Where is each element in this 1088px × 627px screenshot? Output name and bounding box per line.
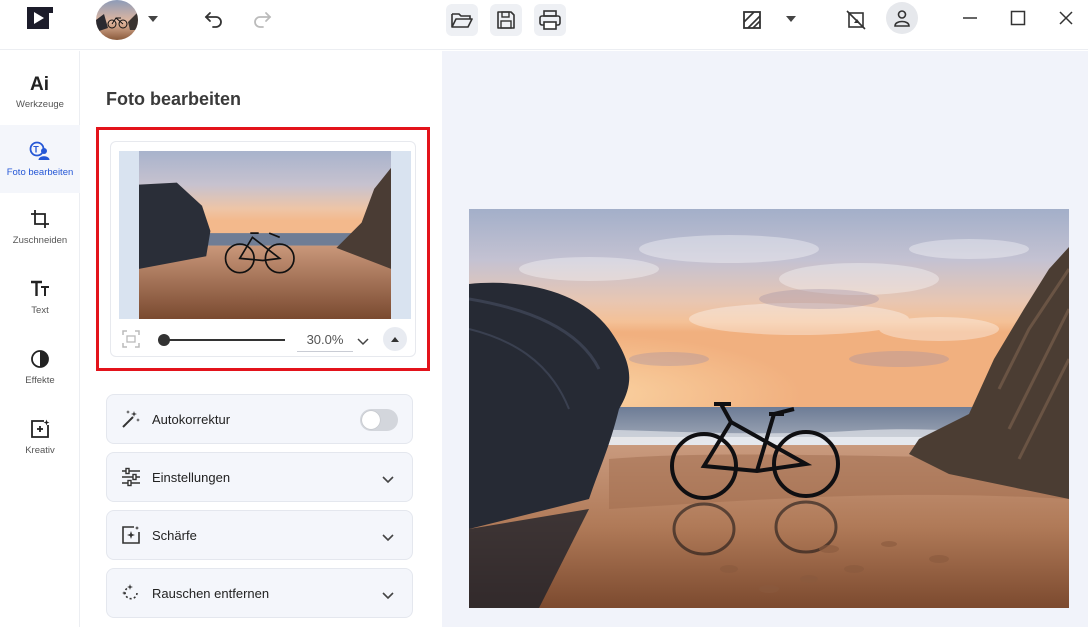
sliders-icon <box>121 467 143 489</box>
redo-icon[interactable] <box>248 6 276 32</box>
nav-item-foto-bearbeiten[interactable]: T Foto bearbeiten <box>0 125 80 193</box>
section-autokorrektur[interactable]: Autokorrektur <box>106 394 413 444</box>
nav-item-zuschneiden[interactable]: Zuschneiden <box>0 193 80 261</box>
close-icon <box>1059 11 1073 25</box>
nav-label: Effekte <box>25 375 55 386</box>
chevron-down-icon <box>382 529 396 543</box>
maximize-icon <box>1010 10 1026 26</box>
section-schaerfe[interactable]: Schärfe <box>106 510 413 560</box>
close-button[interactable] <box>1054 6 1078 30</box>
user-icon[interactable] <box>886 2 918 34</box>
creative-icon <box>28 417 52 441</box>
preview-viewport[interactable] <box>119 151 411 319</box>
preview-highlight-box: 30.0% <box>96 127 430 371</box>
chevron-down-icon <box>382 471 396 485</box>
section-label: Schärfe <box>152 528 197 543</box>
print-button[interactable] <box>534 4 566 36</box>
crop-icon <box>28 207 52 231</box>
folder-open-icon <box>451 13 473 28</box>
chevron-down-icon[interactable] <box>146 12 160 26</box>
image-canvas[interactable] <box>442 51 1088 627</box>
fit-to-screen-icon[interactable] <box>121 329 143 351</box>
chevron-down-icon[interactable] <box>784 12 798 26</box>
edit-panel: Foto bearbeiten 30.0% Autokorrektur Eins… <box>81 51 442 627</box>
nav-label: Zuschneiden <box>12 235 68 246</box>
preview-image <box>139 151 391 319</box>
nav-item-effekte[interactable]: Effekte <box>0 333 80 401</box>
save-icon <box>497 11 515 29</box>
chevron-down-icon <box>382 587 396 601</box>
zoom-controls: 30.0% <box>111 322 415 356</box>
minimize-button[interactable] <box>958 6 982 30</box>
undo-icon[interactable] <box>200 6 228 32</box>
nav-label: Kreativ <box>25 445 55 456</box>
section-label: Rauschen entfernen <box>152 586 270 601</box>
app-logo-icon[interactable] <box>26 6 54 32</box>
nav-item-text[interactable]: Text <box>0 263 80 331</box>
open-file-button[interactable] <box>446 4 478 36</box>
zoom-value[interactable]: 30.0% <box>297 328 353 352</box>
denoise-icon <box>121 583 143 605</box>
effects-icon <box>28 347 52 371</box>
crop-off-icon[interactable] <box>842 6 870 34</box>
zoom-slider[interactable] <box>158 334 285 346</box>
left-navigation: Ai Werkzeuge T Foto bearbeiten Zuschneid… <box>0 51 80 627</box>
top-bar <box>0 0 1088 50</box>
photo-edit-icon: T <box>28 139 52 163</box>
text-icon <box>28 277 52 301</box>
svg-text:T: T <box>33 145 39 155</box>
minimize-icon <box>963 17 977 19</box>
nav-label: Foto bearbeiten <box>6 167 74 178</box>
section-rauschen-entfernen[interactable]: Rauschen entfernen <box>106 568 413 618</box>
magic-wand-icon <box>121 409 143 431</box>
toggle-knob <box>362 411 380 429</box>
maximize-button[interactable] <box>1006 6 1030 30</box>
section-label: Einstellungen <box>152 470 231 485</box>
save-button[interactable] <box>490 4 522 36</box>
nav-label: Werkzeuge <box>16 99 64 110</box>
sharpen-icon <box>121 525 143 547</box>
section-label: Autokorrektur <box>152 412 231 427</box>
collapse-preview-button[interactable] <box>383 327 407 351</box>
chevron-down-icon[interactable] <box>357 333 371 347</box>
autokorrektur-toggle[interactable] <box>360 409 398 431</box>
section-einstellungen[interactable]: Einstellungen <box>106 452 413 502</box>
navigator-preview: 30.0% <box>110 141 416 357</box>
nav-label: Text <box>31 305 49 316</box>
nav-item-werkzeuge[interactable]: Ai Werkzeuge <box>0 57 80 125</box>
print-icon <box>539 10 561 30</box>
panel-title: Foto bearbeiten <box>106 89 242 109</box>
project-thumbnail[interactable] <box>96 0 138 40</box>
zoom-slider-handle[interactable] <box>158 334 170 346</box>
nav-item-kreativ[interactable]: Kreativ <box>0 403 80 471</box>
ai-icon: Ai <box>28 71 52 95</box>
svg-text:Ai: Ai <box>30 74 49 93</box>
main-photo <box>469 209 1069 608</box>
triangle-up-icon <box>391 336 399 342</box>
compare-icon[interactable] <box>738 6 766 34</box>
